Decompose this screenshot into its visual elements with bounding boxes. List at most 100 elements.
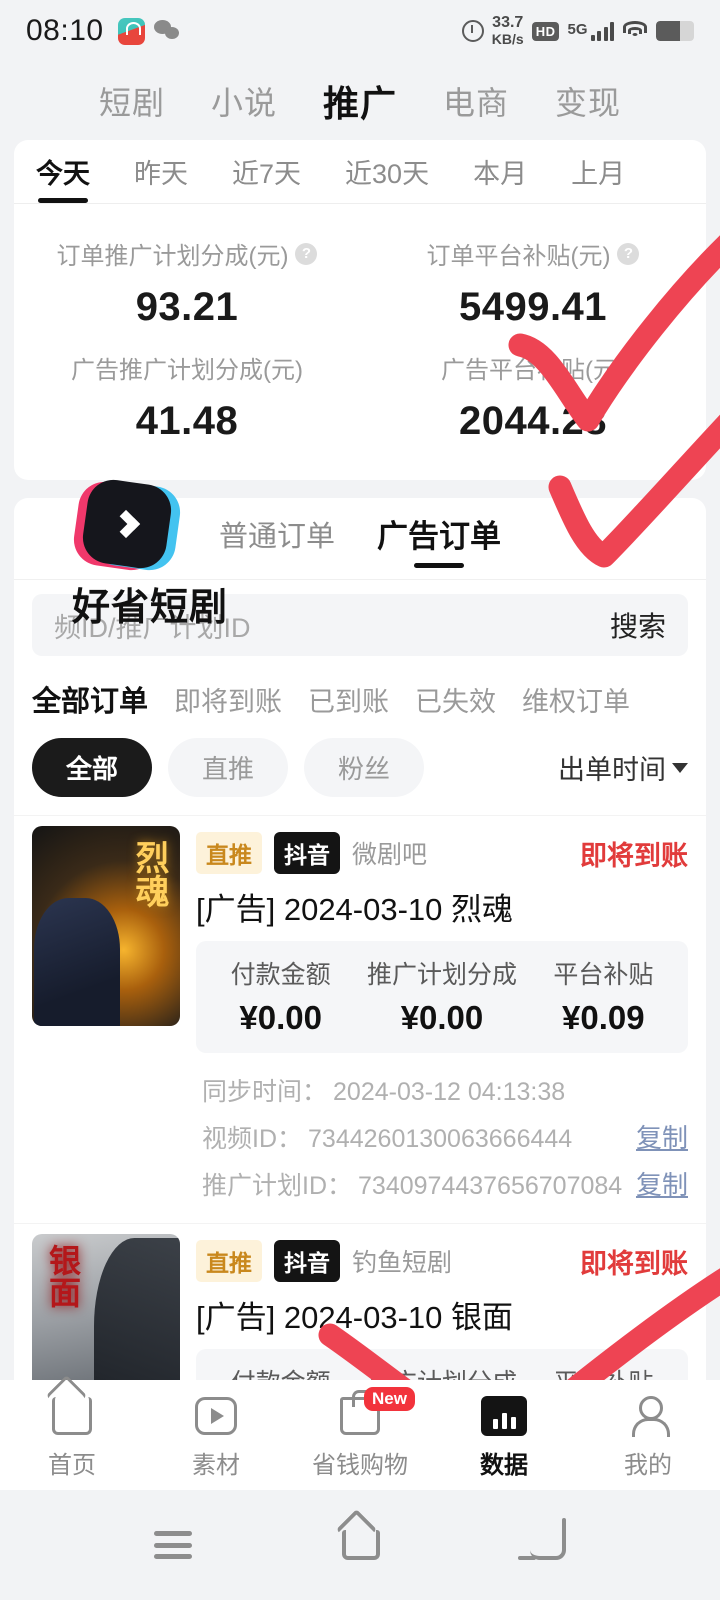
status-filter-received[interactable]: 已到账 [308, 680, 389, 719]
stats-grid: 订单推广计划分成(元) ? 93.21 订单平台补贴(元) ? 5499.41 … [14, 204, 706, 480]
bottom-nav-item-material[interactable]: 素材 [144, 1391, 288, 1480]
date-tab-this-month[interactable]: 本月 [473, 152, 527, 203]
amount-value: ¥0.00 [400, 999, 484, 1036]
order-shop-name: 钓鱼短剧 [352, 1249, 453, 1277]
source-filter-row: 全部 直推 粉丝 出单时间 [14, 720, 706, 815]
copy-video-id-button[interactable]: 复制 [636, 1118, 688, 1155]
chip-all[interactable]: 全部 [32, 738, 153, 797]
amount-paid: 付款金额 ¥0.00 [200, 955, 361, 1037]
stat-ad-platform-subsidy: 广告平台补贴(元) 2044.28 [360, 340, 706, 454]
stat-value: 93.21 [135, 285, 239, 329]
bottom-nav-label: 省钱购物 [312, 1451, 408, 1479]
signal-icon: 5G [567, 21, 614, 41]
date-tab-last-month[interactable]: 上月 [571, 152, 625, 203]
amount-subsidy: 平台补贴 ¥0.09 [523, 955, 684, 1037]
system-nav-bar [0, 1490, 720, 1600]
network-speed: 33.7 KB/s [491, 15, 524, 48]
chip-fans[interactable]: 粉丝 [304, 738, 425, 797]
top-nav-item-bianxian[interactable]: 变现 [555, 78, 621, 124]
status-bar: 08:10 33.7 KB/s HD 5G [0, 0, 720, 62]
play-square-icon [195, 1396, 237, 1435]
amount-value: ¥0.00 [239, 999, 322, 1036]
bottom-nav-label: 我的 [624, 1451, 672, 1479]
top-nav-item-tuiguang[interactable]: 推广 [323, 75, 397, 127]
meta-label: 推广计划ID： [202, 1172, 353, 1200]
bottom-nav-label: 首页 [48, 1451, 96, 1479]
chip-direct[interactable]: 直推 [168, 738, 289, 797]
amount-value: ¥0.09 [562, 999, 645, 1036]
bottom-nav-label: 素材 [192, 1451, 240, 1479]
order-shop-name: 微剧吧 [352, 841, 428, 869]
person-icon [628, 1395, 670, 1437]
menu-icon[interactable] [154, 1531, 192, 1559]
search-button[interactable]: 搜索 [610, 605, 666, 645]
back-arrow-icon[interactable] [518, 1518, 566, 1560]
sort-button[interactable]: 出单时间 [558, 748, 688, 787]
status-filter-all[interactable]: 全部订单 [32, 678, 148, 720]
stats-card: 今天 昨天 近7天 近30天 本月 上月 订单推广计划分成(元) ? 93.21… [14, 140, 706, 480]
meta-video-id: 视频ID： 7344260130063666444 复制 [202, 1113, 688, 1160]
app-notification-icon [117, 17, 145, 45]
top-nav-item-dianshang[interactable]: 电商 [443, 78, 509, 124]
meta-label: 同步时间： [202, 1078, 328, 1106]
wifi-icon [622, 21, 648, 41]
badge-platform: 抖音 [274, 1240, 340, 1282]
status-filter-pending[interactable]: 即将到账 [174, 680, 282, 719]
search-input[interactable]: 频ID/推广计划ID [54, 606, 610, 645]
amount-label: 平台补贴 [553, 961, 654, 989]
date-tab-30days[interactable]: 近30天 [345, 152, 429, 203]
top-nav: 短剧 小说 推广 电商 变现 [0, 62, 720, 140]
date-tab-7days[interactable]: 近7天 [232, 152, 301, 203]
date-tab-today[interactable]: 今天 [36, 152, 90, 203]
help-icon[interactable]: ? [295, 242, 318, 265]
bottom-nav-item-shopping[interactable]: New 省钱购物 [288, 1386, 432, 1480]
order-card[interactable]: 直推 抖音 微剧吧 即将到账 [广告] 2024-03-10 烈魂 付款金额 ¥… [14, 815, 706, 1053]
meta-label: 视频ID： [202, 1125, 303, 1153]
amount-plan-share: 推广计划分成 ¥0.00 [361, 955, 522, 1037]
help-icon[interactable]: ? [617, 242, 640, 265]
network-speed-unit: KB/s [491, 31, 524, 47]
order-status-filters: 全部订单 即将到账 已到账 已失效 维权订单 [14, 656, 706, 720]
home-outline-icon[interactable] [342, 1530, 380, 1560]
stat-value: 2044.28 [458, 399, 608, 443]
wechat-icon [153, 20, 182, 42]
top-nav-item-duanju[interactable]: 短剧 [99, 78, 165, 124]
bottom-nav-item-home[interactable]: 首页 [0, 1391, 144, 1480]
stat-label: 广告平台补贴(元) [441, 357, 625, 384]
battery-icon [656, 21, 694, 41]
bottom-nav-item-data[interactable]: 数据 [432, 1391, 576, 1480]
home-icon [52, 1396, 92, 1435]
bottom-nav: 首页 素材 New 省钱购物 数据 我的 [0, 1380, 720, 1490]
status-badge: 即将到账 [580, 1248, 688, 1279]
badge-source: 直推 [196, 1240, 262, 1282]
tab-normal-orders[interactable]: 普通订单 [219, 513, 335, 565]
new-badge: New [364, 1386, 415, 1411]
status-left-icons [117, 17, 182, 45]
sort-label: 出单时间 [558, 755, 666, 785]
status-badge: 即将到账 [580, 840, 688, 871]
chevron-down-icon [672, 762, 688, 773]
status-time: 08:10 [26, 14, 104, 47]
status-filter-rights[interactable]: 维权订单 [522, 680, 630, 719]
tab-ad-orders[interactable]: 广告订单 [377, 511, 501, 566]
bottom-nav-label: 数据 [480, 1451, 528, 1479]
stat-ad-plan-share: 广告推广计划分成(元) 41.48 [14, 340, 360, 454]
amount-label: 推广计划分成 [366, 961, 517, 989]
top-nav-item-xiaoshuo[interactable]: 小说 [211, 78, 277, 124]
signal-bars [590, 21, 614, 41]
network-type-label: 5G [567, 21, 588, 38]
bottom-nav-item-profile[interactable]: 我的 [576, 1391, 720, 1480]
copy-plan-id-button[interactable]: 复制 [636, 1165, 688, 1202]
alarm-icon [461, 20, 484, 42]
order-thumbnail[interactable] [32, 826, 180, 1026]
date-range-tabs: 今天 昨天 近7天 近30天 本月 上月 [14, 140, 706, 204]
stat-order-plan-share: 订单推广计划分成(元) ? 93.21 [14, 226, 360, 340]
order-title: [广告] 2024-03-10 烈魂 [196, 892, 514, 927]
order-amounts: 付款金额 ¥0.00 推广计划分成 ¥0.00 平台补贴 ¥0.09 [196, 941, 688, 1053]
date-tab-yesterday[interactable]: 昨天 [134, 152, 188, 203]
search-bar[interactable]: 频ID/推广计划ID 搜索 [32, 594, 688, 656]
status-filter-expired[interactable]: 已失效 [415, 680, 496, 719]
meta-value: 2024-03-12 04:13:38 [333, 1078, 566, 1106]
order-type-tabs: 普通订单 广告订单 [14, 498, 706, 580]
status-right-icons: 33.7 KB/s HD 5G [461, 15, 694, 48]
